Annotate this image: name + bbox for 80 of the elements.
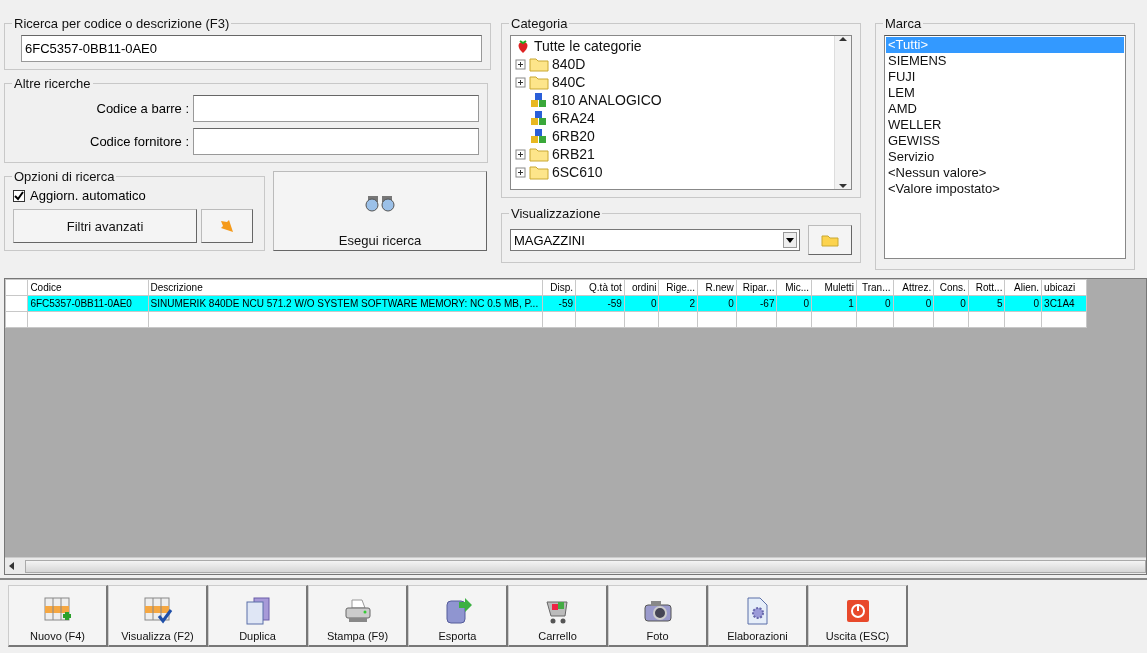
cubes-icon [529, 92, 549, 108]
toolbar-button[interactable]: Nuovo (F4) [8, 585, 108, 647]
toolbar-button[interactable]: Foto [608, 585, 708, 647]
column-header[interactable]: ordini [624, 279, 659, 296]
search-run-button[interactable]: Esegui ricerca [273, 171, 487, 251]
group-title: Categoria [510, 16, 569, 31]
cubes-icon [529, 128, 549, 144]
tree-item[interactable]: 6RA24 [552, 110, 595, 126]
column-header[interactable]: Muletti [811, 279, 857, 296]
toolbar-button[interactable]: Carrello [508, 585, 608, 647]
toolbar-button[interactable]: Esporta [408, 585, 508, 647]
toolbar-button[interactable]: Elaborazioni [708, 585, 808, 647]
folder-button[interactable] [808, 225, 852, 255]
field-label: Codice a barre : [95, 101, 189, 116]
list-item[interactable]: LEM [886, 85, 1124, 101]
view-dropdown[interactable]: MAGAZZINI [510, 229, 800, 251]
column-header[interactable]: Attrez. [893, 279, 934, 296]
column-header[interactable]: Rige... [658, 279, 698, 296]
scroll-up-icon[interactable] [839, 36, 847, 42]
toolbar-button[interactable]: Duplica [208, 585, 308, 647]
column-header[interactable]: Q.tà tot [575, 279, 625, 296]
toolbar-button[interactable]: Uscita (ESC) [808, 585, 908, 647]
expand-icon[interactable] [515, 58, 526, 70]
tree-item[interactable]: Tutte le categorie [534, 38, 642, 54]
column-header[interactable]: Tran... [856, 279, 893, 296]
folder-icon [529, 74, 549, 90]
column-header[interactable]: Mic... [777, 279, 812, 296]
list-item[interactable]: Servizio [886, 149, 1124, 165]
list-item[interactable]: FUJI [886, 69, 1124, 85]
filters-button[interactable]: Filtri avanzati [13, 209, 197, 243]
scroll-down-icon[interactable] [839, 183, 847, 189]
list-item[interactable]: SIEMENS [886, 53, 1124, 69]
column-header[interactable]: Rott... [968, 279, 1005, 296]
expand-icon[interactable] [515, 148, 526, 160]
expand-icon[interactable] [515, 76, 526, 88]
scrollbar[interactable] [834, 36, 851, 189]
tree-item[interactable]: 810 ANALOGICO [552, 92, 662, 108]
input-field[interactable] [193, 95, 479, 122]
folder-icon [821, 233, 839, 247]
checkbox-label: Aggiorn. automatico [30, 188, 146, 203]
group-title: Visualizzazione [510, 206, 602, 221]
field-label: Codice fornitore : [89, 134, 189, 149]
group-title: Ricerca per codice o descrizione (F3) [13, 16, 231, 31]
folder-icon [529, 56, 549, 72]
column-header[interactable]: R.new [697, 279, 737, 296]
column-header[interactable]: Codice [27, 279, 148, 296]
list-item[interactable]: AMD [886, 101, 1124, 117]
search-field[interactable]: 6FC5357-0BB11-0AE0 [21, 35, 482, 62]
tree-item[interactable]: 6RB21 [552, 146, 595, 162]
column-header[interactable]: Ripar... [736, 279, 777, 296]
table-check-icon [142, 596, 173, 626]
tree-item[interactable]: 6RB20 [552, 128, 595, 144]
tree-item[interactable]: 840D [552, 56, 586, 72]
list-item[interactable]: GEWISS [886, 133, 1124, 149]
tree-item[interactable]: 6SC610 [552, 164, 603, 180]
group-title: Opzioni di ricerca [13, 169, 116, 184]
column-header[interactable]: Disp. [542, 279, 576, 296]
cubes-icon [529, 110, 549, 126]
input-field[interactable] [193, 128, 479, 155]
column-header[interactable]: ubicazi [1041, 279, 1087, 296]
column-header[interactable]: Cons. [933, 279, 969, 296]
arrow-button[interactable] [201, 209, 253, 243]
column-header[interactable]: Descrizione [148, 279, 543, 296]
list-item[interactable]: <Nessun valore> [886, 165, 1124, 181]
list-item[interactable]: <Valore impostato> [886, 181, 1124, 197]
dropdown-caret-icon [783, 232, 797, 248]
toolbar-button[interactable]: Stampa (F9) [308, 585, 408, 647]
checkbox[interactable] [13, 189, 25, 202]
column-header[interactable]: Alien. [1004, 279, 1042, 296]
toolbar-button[interactable]: Visualizza (F2) [108, 585, 208, 647]
list-item[interactable]: WELLER [886, 117, 1124, 133]
folder-icon [529, 164, 549, 180]
check-icon [14, 190, 24, 201]
horizontal-scrollbar[interactable] [5, 557, 1146, 574]
group-title: Marca [884, 16, 923, 31]
group-title: Altre ricerche [13, 76, 92, 91]
tree-item[interactable]: 840C [552, 74, 586, 90]
expand-icon[interactable] [515, 166, 526, 178]
arrow-icon [219, 218, 235, 234]
folder-icon [529, 146, 549, 162]
